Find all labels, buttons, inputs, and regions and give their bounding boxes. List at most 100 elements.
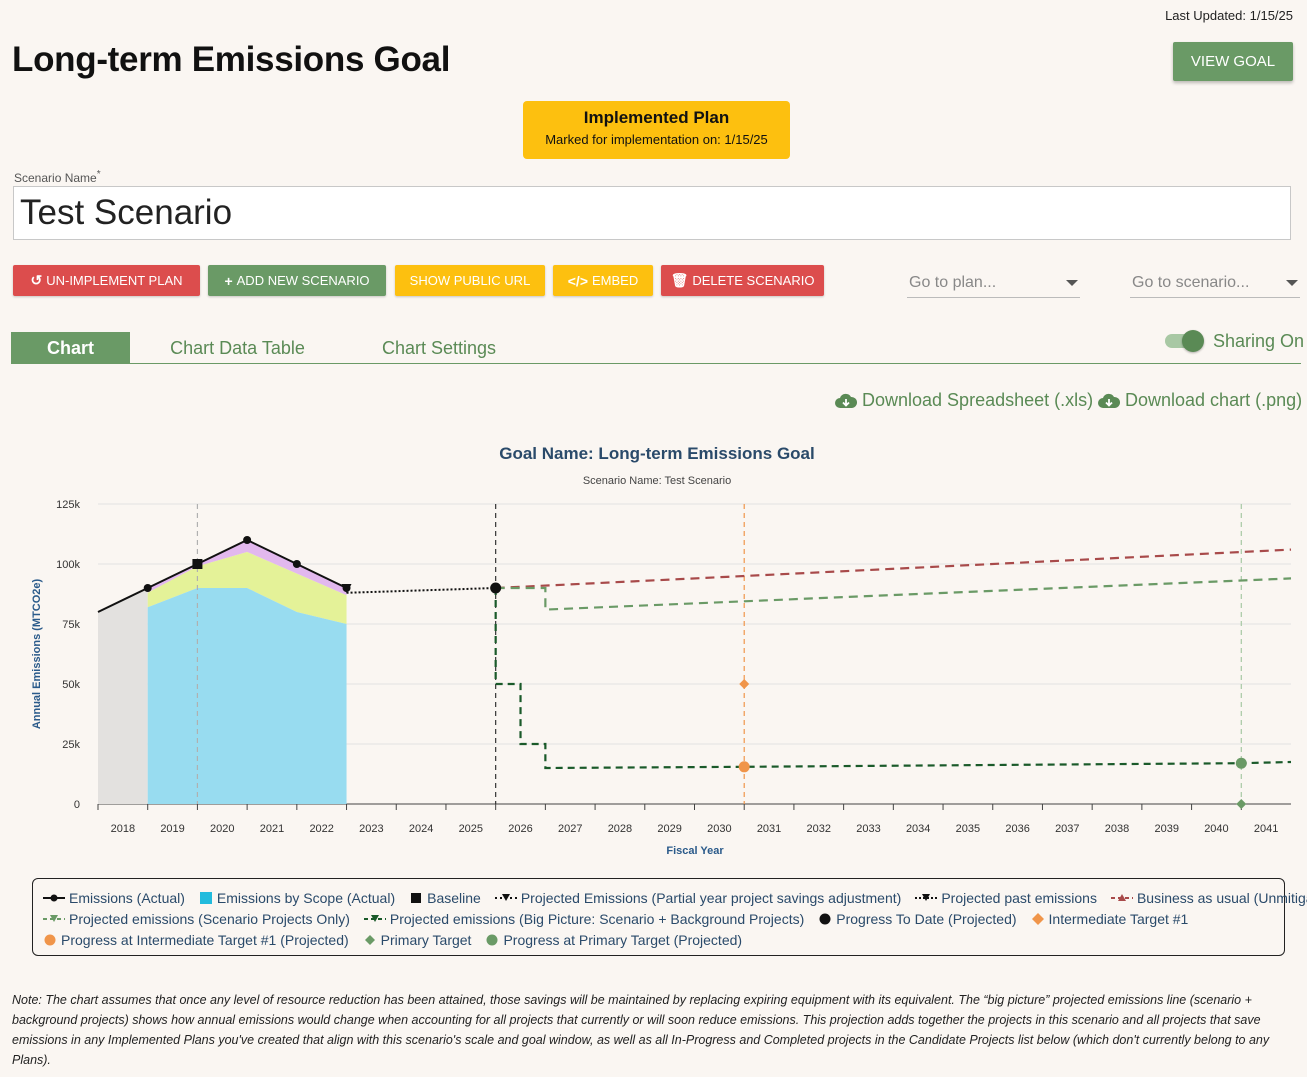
legend-item[interactable]: Intermediate Target #1 (1031, 910, 1189, 927)
x-tick-label: 2036 (1005, 823, 1029, 835)
series-scenario-only (495, 577, 1292, 611)
legend-label: Projected Emissions (Partial year projec… (520, 889, 902, 906)
y-tick-label: 100k (56, 559, 80, 571)
x-tick-label: 2027 (558, 823, 582, 835)
goto-scenario-select[interactable]: Go to scenario... (1130, 268, 1300, 298)
page-title: Long-term Emissions Goal (12, 40, 451, 79)
download-spreadsheet-link[interactable]: Download Spreadsheet (.xls) (835, 390, 1093, 411)
goto-plan-select[interactable]: Go to plan... (907, 268, 1080, 298)
add-new-scenario-button[interactable]: + ADD NEW SCENARIO (208, 265, 386, 296)
goto-plan-placeholder: Go to plan... (909, 273, 997, 291)
legend-label: Business as usual (Unmitigated) (1136, 889, 1307, 906)
legend-label: Projected emissions (Big Picture: Scenar… (389, 910, 805, 927)
embed-button[interactable]: </> EMBED (553, 265, 653, 296)
triangle-marker-icon (363, 914, 386, 922)
x-tick-label: 2022 (309, 823, 333, 835)
emissions-actual-point (143, 584, 152, 592)
x-tick-label: 2034 (906, 823, 930, 835)
triangle-marker-icon (1110, 893, 1133, 901)
show-public-url-button[interactable]: SHOW PUBLIC URL (395, 265, 545, 296)
tab-chart-settings[interactable]: Chart Settings (360, 332, 518, 364)
legend-item[interactable]: Baseline (409, 890, 481, 906)
legend-item[interactable]: Business as usual (Unmitigated) (1110, 889, 1307, 906)
last-updated: Last Updated: 1/15/25 (1165, 8, 1293, 23)
x-tick-label: 2025 (459, 823, 483, 835)
sharing-label: Sharing On (1213, 331, 1305, 351)
view-goal-button[interactable]: VIEW GOAL (1173, 42, 1293, 81)
progress-intermediate-marker (738, 761, 750, 773)
scenario-name-input[interactable] (13, 186, 1291, 240)
unimplement-label: UN-IMPLEMENT PLAN (46, 273, 183, 288)
y-axis-label: Annual Emissions (MTCO2e) (31, 578, 43, 729)
line-dot-marker-icon (43, 894, 65, 901)
square-marker-icon (411, 892, 422, 903)
x-tick-label: 2033 (856, 823, 880, 835)
x-tick-label: 2029 (657, 823, 681, 835)
x-tick-label: 2040 (1204, 823, 1228, 835)
x-tick-label: 2038 (1105, 823, 1129, 835)
series-big-picture (494, 588, 1292, 770)
legend-label: Intermediate Target #1 (1048, 910, 1189, 927)
embed-label: EMBED (592, 273, 639, 288)
legend-item[interactable]: Projected emissions (Big Picture: Scenar… (363, 910, 805, 927)
scenario-name-label: Scenario Name* (14, 169, 101, 185)
x-tick-label: 2023 (359, 823, 383, 835)
sharing-toggle[interactable] (1165, 329, 1205, 352)
legend-label: Emissions by Scope (Actual) (216, 889, 396, 906)
plan-badge-title: Implemented Plan (583, 108, 730, 127)
legend-item[interactable]: Emissions by Scope (Actual) (199, 890, 395, 906)
tab-chart-data-table[interactable]: Chart Data Table (150, 332, 325, 364)
circle-marker-icon (819, 913, 831, 924)
plan-badge-subtitle: Marked for implementation on: 1/15/25 (545, 132, 768, 147)
x-tick-label: 2021 (260, 823, 284, 835)
goto-scenario-placeholder: Go to scenario... (1132, 273, 1250, 291)
legend-label: Baseline (427, 889, 481, 906)
intermediate-target-marker (739, 679, 750, 689)
circle-marker-icon (486, 934, 498, 945)
unimplement-plan-button[interactable]: ↺ UN-IMPLEMENT PLAN (13, 265, 200, 296)
legend-label: Progress To Date (Projected) (836, 910, 1017, 927)
legend-item[interactable]: Projected emissions (Scenario Projects O… (43, 911, 350, 927)
cloud-download-icon (835, 393, 857, 408)
chevron-down-icon (1286, 279, 1298, 286)
delete-label: DELETE SCENARIO (692, 273, 815, 288)
chart-note: Note: The chart assumes that once any le… (12, 993, 1270, 1067)
x-tick-label: 2032 (807, 823, 831, 835)
chart-plot-area: 0 25k 50k 75k 100k 125k 2018 2019 2020 2021 2022 20… (56, 499, 1292, 835)
legend-item[interactable]: Projected past emissions (915, 890, 1097, 906)
legend-label: Progress at Primary Target (Projected) (503, 931, 743, 948)
triangle-marker-icon (915, 893, 938, 901)
legend-item[interactable]: Emissions (Actual) (43, 890, 185, 906)
legend-item[interactable]: Progress at Intermediate Target #1 (Proj… (43, 932, 349, 948)
implemented-plan-badge: Implemented Plan Marked for implementati… (523, 101, 790, 159)
delete-scenario-button[interactable]: 🗑 DELETE SCENARIO (661, 265, 824, 296)
legend-item[interactable]: Progress To Date (Projected) (818, 910, 1017, 927)
diamond-marker-icon (1031, 912, 1044, 925)
primary-target-marker (1236, 799, 1247, 809)
area-unscoped (98, 588, 148, 804)
legend-item[interactable]: Primary Target (363, 931, 472, 948)
x-tick-label: 2026 (508, 823, 532, 835)
legend-item[interactable]: Projected Emissions (Partial year projec… (494, 889, 902, 906)
tab-chart[interactable]: Chart (11, 332, 130, 364)
x-tick-label: 2018 (111, 823, 135, 835)
area-scope1 (147, 588, 347, 804)
download-chart-link[interactable]: Download chart (.png) (1098, 390, 1302, 411)
x-tick-label: 2031 (757, 823, 781, 835)
x-tick-label: 2037 (1055, 823, 1079, 835)
tab-divider (11, 363, 1301, 364)
legend-label: Projected emissions (Scenario Projects O… (69, 910, 350, 927)
legend-item[interactable]: Progress at Primary Target (Projected) (485, 932, 742, 948)
legend-label: Emissions (Actual) (69, 889, 185, 906)
x-tick-label: 2020 (210, 823, 234, 835)
y-tick-label: 25k (62, 739, 80, 751)
required-mark: * (96, 169, 101, 180)
legend-label: Projected past emissions (941, 889, 1097, 906)
chart-subtitle: Scenario Name: Test Scenario (583, 475, 731, 487)
trash-icon: 🗑 (670, 272, 689, 288)
download-spreadsheet-label: Download Spreadsheet (.xls) (862, 390, 1094, 410)
progress-primary-marker (1235, 757, 1247, 769)
emissions-chart: Goal Name: Long-term Emissions Goal Scen… (31, 444, 1292, 857)
legend-label: Primary Target (380, 931, 472, 948)
x-tick-label: 2039 (1154, 823, 1178, 835)
